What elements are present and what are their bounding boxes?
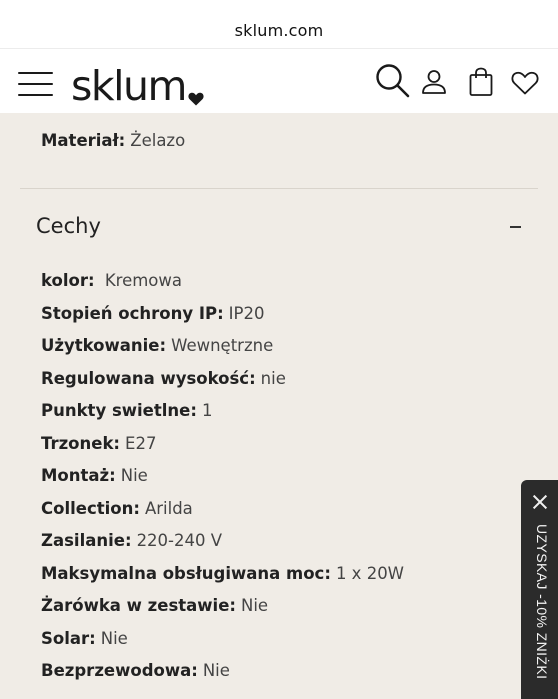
search-icon[interactable] [375, 63, 411, 99]
spec-value: Kremowa [99, 271, 183, 290]
spec-row: Regulowana wysokość: nie [41, 369, 286, 388]
spec-label: Punkty swietlne: [41, 401, 197, 420]
spec-row: Solar: Nie [41, 629, 128, 648]
spec-value: Wewnętrzne [171, 336, 274, 355]
discount-promo-tab[interactable]: UZYSKAJ -10% ZNIŻKI [521, 480, 558, 699]
shopping-bag-icon[interactable] [469, 67, 493, 97]
spec-value: IP20 [228, 303, 265, 323]
heart-wishlist-icon[interactable] [511, 71, 539, 95]
section-title[interactable]: Cechy [36, 214, 101, 238]
heart-logo-icon [188, 92, 204, 106]
promo-label: UZYSKAJ -10% ZNIŻKI [534, 524, 550, 680]
spec-value: E27 [125, 433, 157, 453]
spec-label: Materiał: [41, 131, 126, 150]
site-header: sklum [0, 48, 558, 113]
spec-row-material: Materiał: Żelazo [41, 131, 185, 150]
promo-label-wrapper: UZYSKAJ -10% ZNIŻKI [530, 524, 550, 699]
spec-row: Collection: Arilda [41, 499, 193, 518]
spec-label: Stopień ochrony IP: [41, 303, 224, 323]
spec-row: Bezprzewodowa: Nie [41, 661, 230, 680]
spec-value: Arilda [144, 498, 193, 518]
spec-label: Collection: [41, 498, 140, 518]
spec-label: Żarówka w zestawie: [41, 596, 236, 615]
spec-value: 220-240 V [136, 531, 223, 550]
sklum-logo[interactable]: sklum [71, 57, 204, 107]
spec-label: Zasilanie: [41, 531, 132, 550]
spec-label: Trzonek: [41, 433, 121, 453]
spec-value: 1 x 20W [335, 563, 404, 583]
url-text: sklum.com [234, 21, 324, 40]
spec-row: kolor: Kremowa [41, 271, 182, 290]
spec-label: Regulowana wysokość: [41, 368, 256, 388]
logo-text: sklum [71, 62, 187, 110]
spec-value: Nie [120, 466, 148, 485]
spec-value: Żelazo [130, 131, 186, 150]
spec-row: Użytkowanie: Wewnętrzne [41, 336, 273, 355]
spec-row: Punkty swietlne: 1 [41, 401, 212, 420]
spec-row: Montaż: Nie [41, 466, 148, 485]
spec-value: 1 [201, 401, 213, 420]
spec-row: Zasilanie: 220-240 V [41, 531, 222, 550]
menu-icon[interactable] [18, 71, 54, 97]
spec-row: Trzonek: E27 [41, 434, 156, 453]
spec-label: Solar: [41, 628, 96, 648]
spec-label: Maksymalna obsługiwana moc: [41, 563, 331, 583]
spec-value: Nie [202, 661, 230, 680]
spec-row: Żarówka w zestawie: Nie [41, 596, 268, 615]
spec-label: Użytkowanie: [41, 336, 167, 355]
spec-label: Montaż: [41, 466, 116, 485]
browser-url-bar[interactable]: sklum.com [0, 0, 558, 48]
user-icon[interactable] [421, 69, 447, 95]
spec-value: Nie [240, 596, 269, 615]
spec-value: Nie [100, 628, 128, 648]
spec-row: Stopień ochrony IP: IP20 [41, 304, 264, 323]
section-divider [20, 188, 538, 189]
spec-row: Maksymalna obsługiwana moc: 1 x 20W [41, 564, 404, 583]
spec-label: kolor: [41, 271, 95, 290]
spec-value: nie [260, 368, 286, 388]
close-icon[interactable] [532, 494, 548, 510]
spec-label: Bezprzewodowa: [41, 661, 198, 680]
collapse-icon[interactable] [510, 226, 521, 228]
